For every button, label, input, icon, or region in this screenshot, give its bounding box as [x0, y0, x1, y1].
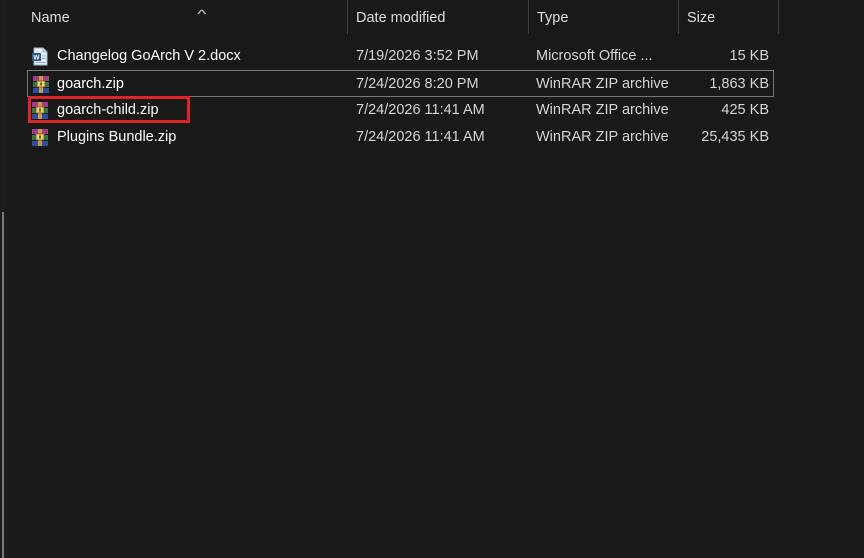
file-type: WinRAR ZIP archive: [536, 76, 669, 92]
file-size: 425 KB: [721, 102, 769, 118]
file-date-modified: 7/24/2026 11:41 AM: [356, 129, 485, 145]
winrar-archive-icon: [32, 102, 48, 119]
file-name: Changelog GoArch V 2.docx: [57, 48, 241, 64]
winrar-archive-icon: [33, 76, 49, 93]
scrollbar-thumb[interactable]: [2, 212, 4, 558]
file-size: 25,435 KB: [701, 129, 769, 145]
column-header-name-label: Name: [31, 10, 70, 26]
svg-text:W: W: [33, 55, 40, 62]
file-size: 15 KB: [729, 48, 770, 64]
column-header-type-label: Type: [537, 10, 569, 26]
file-name: Plugins Bundle.zip: [57, 129, 177, 145]
column-divider[interactable]: [778, 0, 779, 34]
winrar-archive-icon: [32, 129, 48, 146]
file-type: Microsoft Office ...: [536, 48, 653, 64]
file-size: 1,863 KB: [709, 76, 769, 92]
chevron-up-icon: ^: [197, 7, 207, 21]
file-explorer-window: Name ^ Date modified Type Size W Changel…: [0, 0, 864, 558]
file-date-modified: 7/24/2026 8:20 PM: [356, 76, 479, 92]
file-row-goarch[interactable]: goarch.zip 7/24/2026 8:20 PM WinRAR ZIP …: [27, 70, 774, 97]
column-header-name[interactable]: Name ^: [23, 0, 347, 38]
column-header-date-modified[interactable]: Date modified: [348, 0, 528, 38]
file-row-plugins-bundle[interactable]: Plugins Bundle.zip 7/24/2026 11:41 AM Wi…: [27, 124, 774, 151]
file-name: goarch.zip: [57, 76, 124, 92]
file-row-goarch-child[interactable]: goarch-child.zip 7/24/2026 11:41 AM WinR…: [27, 97, 774, 124]
file-row-changelog[interactable]: W Changelog GoArch V 2.docx 7/19/2026 3:…: [27, 43, 774, 70]
file-date-modified: 7/24/2026 11:41 AM: [356, 102, 485, 118]
column-header-bar: Name ^ Date modified Type Size: [7, 0, 864, 38]
word-document-icon: W: [32, 47, 48, 66]
file-type: WinRAR ZIP archive: [536, 129, 669, 145]
navigation-pane-edge: [0, 0, 7, 558]
file-type: WinRAR ZIP archive: [536, 102, 669, 118]
column-header-size[interactable]: Size: [679, 0, 778, 38]
column-header-date-label: Date modified: [356, 10, 446, 26]
column-header-type[interactable]: Type: [529, 0, 678, 38]
file-name: goarch-child.zip: [57, 102, 159, 118]
file-date-modified: 7/19/2026 3:52 PM: [356, 48, 479, 64]
column-header-size-label: Size: [687, 10, 716, 26]
